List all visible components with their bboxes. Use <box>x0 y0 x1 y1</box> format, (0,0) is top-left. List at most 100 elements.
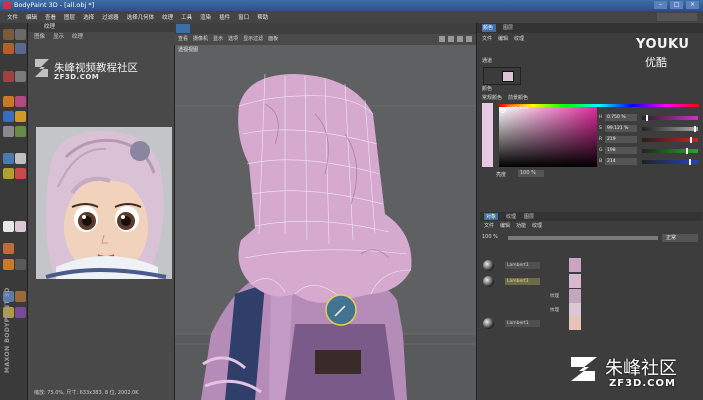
menu-edit[interactable]: 编辑 <box>22 13 41 21</box>
minimize-button[interactable]: – <box>654 1 667 9</box>
tab-texture[interactable]: 纹理 <box>72 32 83 42</box>
background-color-icon[interactable] <box>15 221 26 232</box>
layer-tag[interactable]: 纹理 <box>548 293 562 300</box>
picker-cursor[interactable] <box>501 109 505 113</box>
layer-row[interactable]: Lambert1 <box>480 316 702 331</box>
slider-s-handle[interactable] <box>694 126 697 132</box>
menu-file[interactable]: 文件 <box>3 13 22 21</box>
layer-row[interactable]: Lambert1 <box>480 258 702 273</box>
layer-row[interactable]: Lambert1 <box>480 274 702 289</box>
edge-mode-icon[interactable] <box>15 291 26 302</box>
layer-name[interactable]: Lambert1 <box>505 320 540 327</box>
vp-menu-filter[interactable]: 显示过滤 <box>243 34 263 45</box>
tab-textures[interactable]: 纹理 <box>506 213 516 220</box>
color-menu-edit[interactable]: 编辑 <box>498 35 508 43</box>
vp-menu-display[interactable]: 显示 <box>213 34 223 45</box>
projection-icon[interactable] <box>15 43 26 54</box>
maximize-button[interactable]: □ <box>670 1 683 9</box>
layer-name[interactable]: Lambert1 <box>505 262 540 269</box>
slider-b-handle[interactable] <box>689 159 692 165</box>
tab-display[interactable]: 显示 <box>53 32 64 42</box>
viewport-tab[interactable] <box>176 24 190 33</box>
hex-value[interactable]: #DBC6D6 <box>506 106 529 111</box>
menu-select[interactable]: 选择 <box>79 13 98 21</box>
shape-icon[interactable] <box>15 168 26 179</box>
star-icon[interactable] <box>3 168 14 179</box>
texture-mode-icon[interactable] <box>3 243 14 254</box>
menu-plugins[interactable]: 插件 <box>215 13 234 21</box>
smudge-icon[interactable] <box>15 126 26 137</box>
fill-icon[interactable] <box>15 111 26 122</box>
uv-mode-icon[interactable] <box>3 259 14 270</box>
layers-menu-functions[interactable]: 功能 <box>516 221 526 231</box>
maximize-view-icon[interactable] <box>466 36 472 42</box>
text-icon[interactable] <box>15 153 26 164</box>
selection-icon[interactable] <box>3 71 14 82</box>
menu-view[interactable]: 查看 <box>41 13 60 21</box>
color-picker-field[interactable] <box>499 107 597 167</box>
layer-name[interactable]: Lambert1 <box>505 278 540 285</box>
tab-objects[interactable]: 对象 <box>484 213 499 220</box>
menu-render[interactable]: 渲染 <box>196 13 215 21</box>
move-view-icon[interactable] <box>439 36 445 42</box>
undo-icon[interactable] <box>3 29 14 40</box>
tab-layers[interactable]: 图层 <box>503 24 513 31</box>
tab-image[interactable]: 图像 <box>34 32 45 42</box>
object-mode-icon[interactable] <box>15 307 26 318</box>
color-mode-regular[interactable]: 常规颜色 <box>482 94 502 102</box>
color-menu-texture[interactable]: 纹理 <box>514 35 524 43</box>
brightness-value[interactable]: 100 % <box>518 170 544 177</box>
opacity-bar[interactable] <box>508 236 658 240</box>
slider-s-value[interactable]: 99.121 % <box>605 125 637 132</box>
slider-h[interactable] <box>642 115 698 121</box>
layer-row[interactable]: 纹理 <box>480 289 702 304</box>
slider-r-value[interactable]: 219 <box>605 136 637 143</box>
slider-g[interactable] <box>642 148 698 154</box>
close-button[interactable]: × <box>686 1 699 9</box>
menu-tools[interactable]: 工具 <box>177 13 196 21</box>
slider-s[interactable] <box>642 126 698 132</box>
menu-layer[interactable]: 图层 <box>60 13 79 21</box>
vp-menu-camera[interactable]: 摄像机 <box>193 34 208 45</box>
slider-g-handle[interactable] <box>685 148 688 154</box>
clone-icon[interactable] <box>3 126 14 137</box>
redo-icon[interactable] <box>15 29 26 40</box>
color-menu-file[interactable]: 文件 <box>482 35 492 43</box>
menu-texture[interactable]: 纹理 <box>158 13 177 21</box>
vp-menu-options[interactable]: 选项 <box>228 34 238 45</box>
color-mode-foreground[interactable]: 前景颜色 <box>508 94 528 102</box>
opacity-value[interactable]: 100 % <box>482 234 498 240</box>
menu-window[interactable]: 窗口 <box>234 13 253 21</box>
blend-mode-select[interactable]: 正常 <box>662 234 698 242</box>
layers-menu-edit[interactable]: 编辑 <box>500 221 510 231</box>
zoom-view-icon[interactable] <box>448 36 454 42</box>
layers-menu-file[interactable]: 文件 <box>484 221 494 231</box>
eraser-icon[interactable] <box>15 96 26 107</box>
move-icon[interactable] <box>15 71 26 82</box>
slider-r-handle[interactable] <box>690 137 693 143</box>
menu-select-geometry[interactable]: 选择几何体 <box>123 13 159 21</box>
rotate-view-icon[interactable] <box>457 36 463 42</box>
slider-r[interactable] <box>642 137 698 143</box>
vp-menu-panel[interactable]: 面板 <box>268 34 278 45</box>
slider-g-value[interactable]: 198 <box>605 147 637 154</box>
eyedropper-icon[interactable] <box>3 111 14 122</box>
layers-menu-texture[interactable]: 纹理 <box>532 221 542 231</box>
slider-b[interactable] <box>642 159 698 165</box>
slider-h-handle[interactable] <box>646 115 649 121</box>
slider-b-value[interactable]: 214 <box>605 158 637 165</box>
channel-swatch[interactable] <box>483 67 521 85</box>
brush-icon[interactable] <box>3 96 14 107</box>
pen-icon[interactable] <box>3 153 14 164</box>
foreground-color-icon[interactable] <box>3 221 14 232</box>
layout-selector[interactable] <box>657 13 697 21</box>
slider-h-value[interactable]: 0.750 % <box>605 114 637 121</box>
3d-viewport[interactable] <box>174 34 476 400</box>
tab-layer-list[interactable]: 图层 <box>524 213 534 220</box>
grid-icon[interactable] <box>15 259 26 270</box>
paint-setup-icon[interactable] <box>3 43 14 54</box>
menu-filter[interactable]: 过滤器 <box>98 13 123 21</box>
vp-menu-view[interactable]: 查看 <box>178 34 188 45</box>
layer-tag[interactable]: 纹理 <box>548 307 562 314</box>
menu-help[interactable]: 帮助 <box>253 13 272 21</box>
